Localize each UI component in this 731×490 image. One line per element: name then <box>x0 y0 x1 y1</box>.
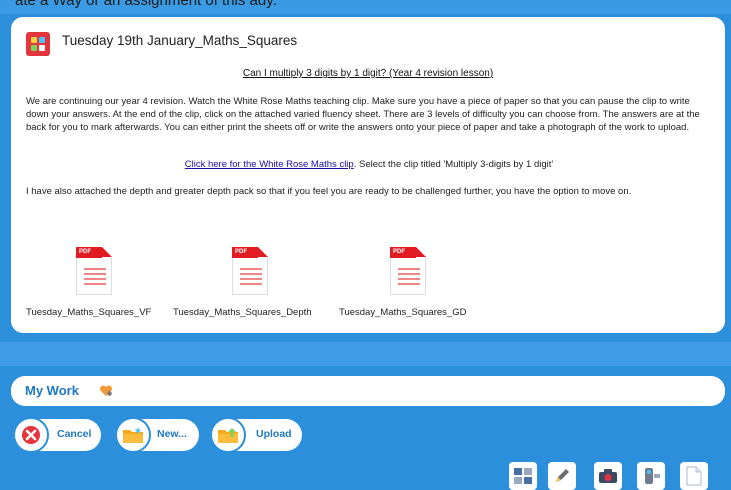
attachment-name[interactable]: Tuesday_Maths_Squares_GD <box>339 307 466 318</box>
app-icon <box>26 32 50 56</box>
heart-icon <box>99 385 113 396</box>
attachment-name[interactable]: Tuesday_Maths_Squares_Depth <box>173 307 312 318</box>
post-title: Tuesday 19th January_Maths_Squares <box>62 33 298 48</box>
upload-label: Upload <box>256 428 292 440</box>
cancel-button[interactable]: Cancel <box>13 417 101 453</box>
header-cropped-text: ate a Way or an assignment of this ady. <box>15 0 277 9</box>
new-label: New... <box>157 428 187 440</box>
clip-paragraph: Click here for the White Rose Maths clip… <box>26 158 712 171</box>
document-icon[interactable] <box>680 462 708 490</box>
section-divider <box>0 342 731 366</box>
clip-instruction: . Select the clip titled 'Multiply 3-dig… <box>353 159 554 170</box>
new-folder-icon[interactable] <box>115 417 151 453</box>
cancel-label: Cancel <box>57 428 92 440</box>
new-button[interactable]: New... <box>115 417 199 453</box>
pdf-file-icon[interactable]: PDF <box>76 247 112 295</box>
lesson-heading: Can I multiply 3 digits by 1 digit? (Yea… <box>242 68 494 79</box>
post-card: Tuesday 19th January_Maths_Squares Can I… <box>11 17 725 333</box>
instructions-paragraph: We are continuing our year 4 revision. W… <box>26 96 700 133</box>
upload-button[interactable]: Upload <box>210 417 302 453</box>
grid-icon[interactable] <box>509 462 537 490</box>
upload-folder-icon[interactable] <box>210 417 246 453</box>
top-strip: ate a Way or an assignment of this ady. <box>0 0 731 14</box>
my-work-bar[interactable]: My Work <box>11 376 725 406</box>
pen-icon[interactable] <box>548 462 576 490</box>
pdf-file-icon[interactable]: PDF <box>390 247 426 295</box>
camera-icon[interactable] <box>594 462 622 490</box>
video-camera-icon[interactable] <box>637 462 665 490</box>
pdf-file-icon[interactable]: PDF <box>232 247 268 295</box>
cancel-x-icon[interactable] <box>13 417 49 453</box>
extension-paragraph: I have also attached the depth and great… <box>26 186 632 197</box>
attachment-name[interactable]: Tuesday_Maths_Squares_VF <box>26 307 151 318</box>
white-rose-link[interactable]: Click here for the White Rose Maths clip <box>185 159 354 170</box>
my-work-label: My Work <box>25 383 79 398</box>
